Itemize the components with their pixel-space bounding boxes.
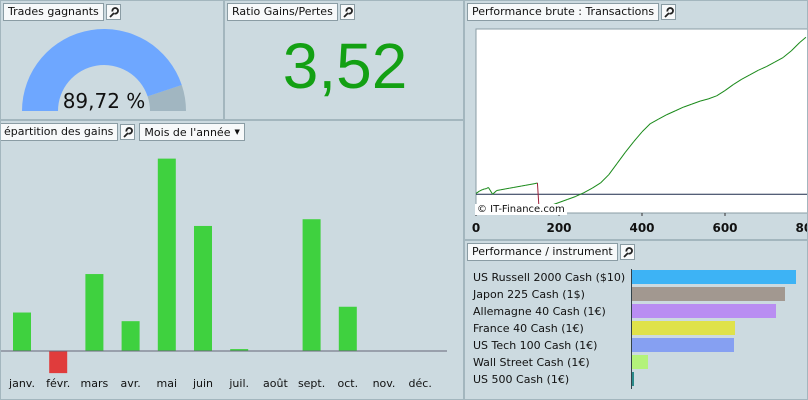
x-tick-label: 800 <box>795 221 808 235</box>
instrument-label: Wall Street Cash (1€) <box>473 356 590 369</box>
month-label: déc. <box>409 377 432 390</box>
month-label: févr. <box>46 377 70 390</box>
x-tick-label: 200 <box>546 221 571 235</box>
bar-oct <box>338 306 357 351</box>
month-label: juin <box>192 377 213 390</box>
x-tick-label: 0 <box>472 221 480 235</box>
instrument-label: US Tech 100 Cash (1€) <box>473 339 598 352</box>
series-segment <box>482 188 485 191</box>
performance-brute-panel: Performance brute : Transactions 0 200 400… <box>464 0 808 240</box>
instrument-label: Allemagne 40 Cash (1€) <box>473 305 606 318</box>
month-label: oct. <box>338 377 359 390</box>
trades-gagnants-value: 89,72 % <box>62 89 146 113</box>
repartition-panel: épartition des gains Mois de l'année ▼ j… <box>0 120 464 400</box>
month-label: août <box>263 377 288 390</box>
month-label: juil. <box>228 377 249 390</box>
instrument-bar <box>632 338 734 352</box>
ratio-value: 3,52 <box>282 30 408 102</box>
bar-janv <box>13 312 31 351</box>
month-label: avr. <box>120 377 140 390</box>
bar-sept <box>302 219 321 351</box>
instrument-label: US 500 Cash (1€) <box>473 373 570 386</box>
instrument-label: France 40 Cash (1€) <box>473 322 584 335</box>
chart-credit: © IT-Finance.com <box>475 204 567 215</box>
instrument-title: Performance / instrument <box>467 243 618 261</box>
instrument-bar <box>632 355 649 369</box>
instrument-bar <box>632 287 785 301</box>
instrument-bar <box>632 270 796 284</box>
instrument-panel: Performance / instrument US Russell 2000… <box>464 240 808 400</box>
bar-févr <box>49 351 68 374</box>
instrument-bar <box>632 304 777 318</box>
instrument-label: Japon 225 Cash (1$) <box>473 288 585 301</box>
instrument-label: US Russell 2000 Cash ($10) <box>473 271 626 284</box>
month-label: nov. <box>373 377 396 390</box>
month-label: janv. <box>8 377 35 390</box>
x-tick-label: 600 <box>712 221 737 235</box>
instrument-bar <box>632 372 634 386</box>
x-tick-label: 400 <box>629 221 654 235</box>
bar-avr <box>121 321 140 351</box>
wrench-icon[interactable] <box>619 244 635 260</box>
monthly-gains-chart: janv. févr. mars avr. mai juin juil. août sept. o… <box>1 158 447 390</box>
bar-mai <box>157 158 176 351</box>
instrument-bar <box>632 321 736 335</box>
ratio-title: Ratio Gains/Pertes <box>227 3 338 21</box>
bar-mars <box>85 274 104 351</box>
wrench-icon[interactable] <box>339 4 355 20</box>
month-label: sept. <box>298 377 325 390</box>
trades-gagnants-panel: Trades gagnants 89,72 % <box>0 0 224 120</box>
bar-juin <box>194 225 212 351</box>
month-label: mai <box>157 377 178 390</box>
month-label: mars <box>81 377 109 390</box>
ratio-panel: Ratio Gains/Pertes 3,52 <box>224 0 464 120</box>
